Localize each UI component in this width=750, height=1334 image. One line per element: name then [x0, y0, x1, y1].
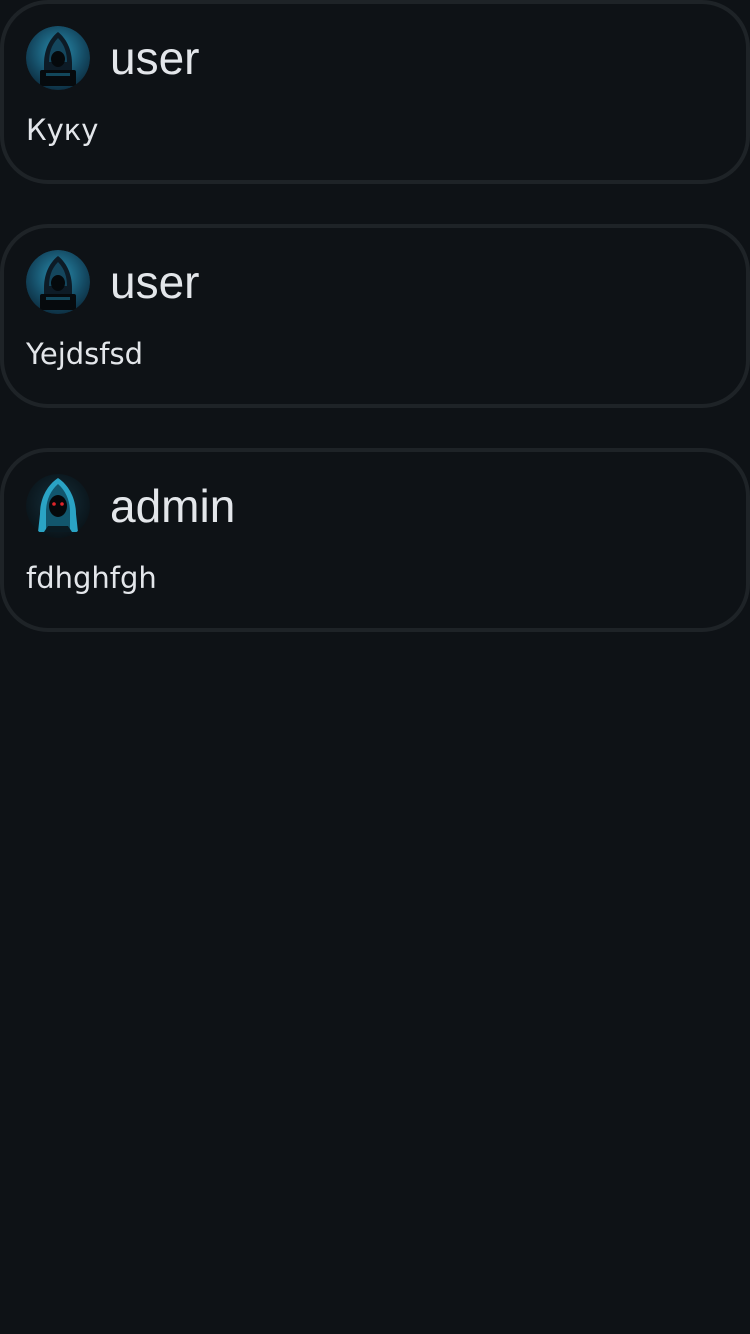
post-author-name[interactable]: admin: [110, 474, 235, 538]
hooded-hacker-icon: [26, 250, 90, 314]
post-author-name[interactable]: user: [110, 250, 199, 314]
user-avatar[interactable]: [26, 26, 90, 90]
post-card[interactable]: user Куку: [0, 0, 750, 184]
post-author-name[interactable]: user: [110, 26, 199, 90]
post-text: Yejdsfsd: [26, 337, 144, 371]
post-card[interactable]: admin fdhghfgh: [0, 448, 750, 632]
user-avatar[interactable]: [26, 250, 90, 314]
hooded-figure-red-eyes-icon: [26, 474, 90, 538]
admin-avatar[interactable]: [26, 474, 90, 538]
post-text: fdhghfgh: [26, 561, 157, 595]
hooded-hacker-icon: [26, 26, 90, 90]
post-card[interactable]: user Yejdsfsd: [0, 224, 750, 408]
post-text: Куку: [26, 113, 99, 147]
post-feed: user Куку user Yejdsfsd admin fdhghfgh: [0, 0, 750, 1334]
